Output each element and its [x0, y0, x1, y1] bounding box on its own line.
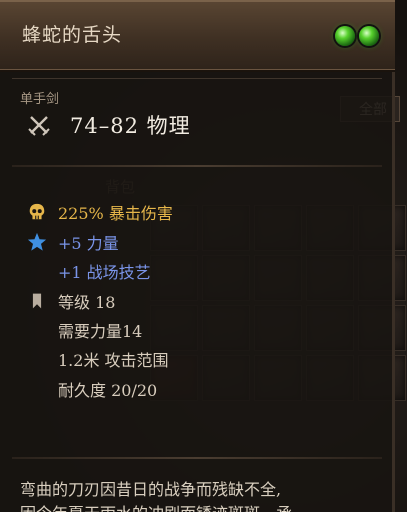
divider [12, 457, 382, 459]
req-strength-row: 需要力量14 [58, 318, 142, 342]
crit-stat-row: 225% 暴击伤害 [26, 200, 173, 224]
weapon-type: 单手剑 [20, 92, 60, 107]
durability-text: 耐久度 20/20 [58, 381, 158, 400]
crit-damage-text: 225% 暴击伤害 [58, 204, 173, 223]
lore-line: 因今年夏天雨水的冲刷而锈迹斑斑。承 [20, 502, 395, 512]
skull-icon [26, 201, 48, 223]
tooltip-header: 蜂蛇的舌头 [0, 0, 395, 72]
strength-bonus-text: +5 力量 [58, 234, 119, 253]
skill-bonus-row: +1 战场技艺 [58, 259, 151, 283]
damage-row: 74–82 物理 [26, 110, 191, 140]
range-row: 1.2米 攻击范围 [58, 347, 169, 371]
lore-text: 弯曲的刀刃因昔日的战争而残缺不全, 因今年夏天雨水的冲刷而锈迹斑斑。承 [20, 478, 395, 512]
attack-range-text: 1.2米 攻击范围 [58, 351, 169, 370]
green-gem-icon [359, 26, 379, 46]
item-tooltip: 蜂蛇的舌头 单手剑 74–82 物理 225% 暴击伤害 +5 力量 +1 战场… [0, 0, 395, 512]
strength-bonus-row: +5 力量 [26, 230, 119, 254]
damage-value: 74–82 物理 [70, 114, 191, 138]
level-row: 等级 18 [26, 289, 115, 313]
level-text: 等级 18 [58, 293, 116, 312]
rune-slots [335, 26, 379, 46]
lore-line: 弯曲的刀刃因昔日的战争而残缺不全, [20, 480, 282, 499]
game-screen: 背包 全部 蜂蛇的舌头 单手剑 [0, 0, 407, 512]
star-icon [26, 231, 48, 253]
green-gem-icon [335, 26, 355, 46]
durability-row: 耐久度 20/20 [58, 377, 157, 401]
crossed-swords-icon [28, 116, 50, 136]
skill-bonus-text: +1 战场技艺 [58, 263, 151, 282]
req-strength-text: 需要力量14 [58, 322, 143, 341]
divider [12, 165, 382, 167]
bookmark-icon [26, 290, 48, 312]
item-name: 蜂蛇的舌头 [22, 24, 123, 46]
